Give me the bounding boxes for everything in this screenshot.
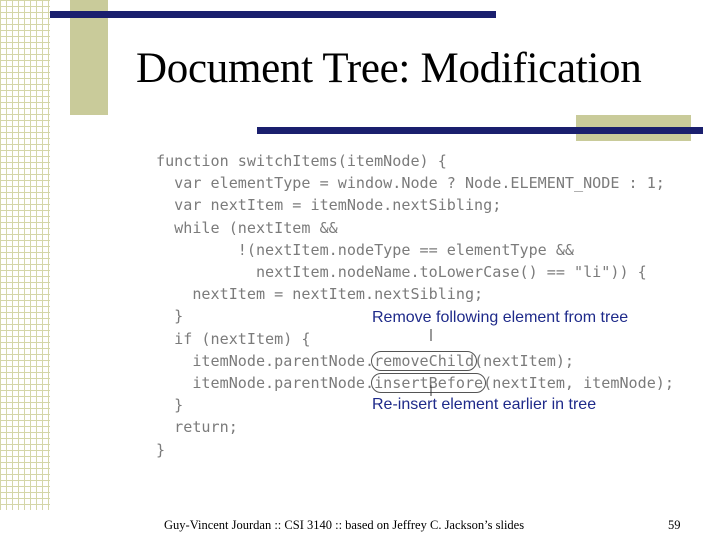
- code-line: return;: [156, 418, 238, 437]
- code-fragment: itemNode.parentNode.: [156, 351, 375, 370]
- code-line: }: [156, 440, 166, 459]
- page-number: 59: [668, 518, 681, 532]
- slide-title: Document Tree: Modification: [136, 45, 642, 92]
- code-line: nextItem.nodeName.toLowerCase() == "li")…: [156, 263, 647, 282]
- code-line-insert: itemNode.parentNode.insertBefore(nextIte…: [156, 372, 674, 394]
- callout-remove: Remove following element from tree: [372, 309, 629, 326]
- insert-before-highlight: insertBefore: [371, 373, 487, 394]
- code-fragment: (nextItem, itemNode);: [483, 374, 674, 393]
- title-rule-top: [50, 11, 496, 18]
- decorative-grid-strip: [0, 0, 50, 510]
- code-line: var elementType = window.Node ? Node.ELE…: [156, 174, 665, 193]
- remove-child-highlight: removeChild: [371, 350, 478, 371]
- code-block: function switchItems(itemNode) { var ele…: [156, 150, 674, 461]
- code-line: !(nextItem.nodeType == elementType &&: [156, 240, 575, 259]
- code-fragment: itemNode.parentNode.: [156, 374, 375, 393]
- code-line: function switchItems(itemNode) {: [156, 152, 447, 170]
- title-rule-bottom: [257, 127, 703, 134]
- code-line: while (nextItem &&: [156, 218, 338, 237]
- slide-footer: Guy-Vincent Jourdan :: CSI 3140 :: based…: [164, 518, 525, 532]
- code-fragment: (nextItem);: [474, 351, 575, 370]
- callout-reinsert: Re-insert element earlier in tree: [372, 396, 597, 413]
- code-line: if (nextItem) {: [156, 329, 311, 348]
- code-line-remove: itemNode.parentNode.removeChild(nextItem…: [156, 350, 674, 372]
- code-line: nextItem = nextItem.nextSibling;: [156, 285, 484, 304]
- code-line: var nextItem = itemNode.nextSibling;: [156, 196, 502, 215]
